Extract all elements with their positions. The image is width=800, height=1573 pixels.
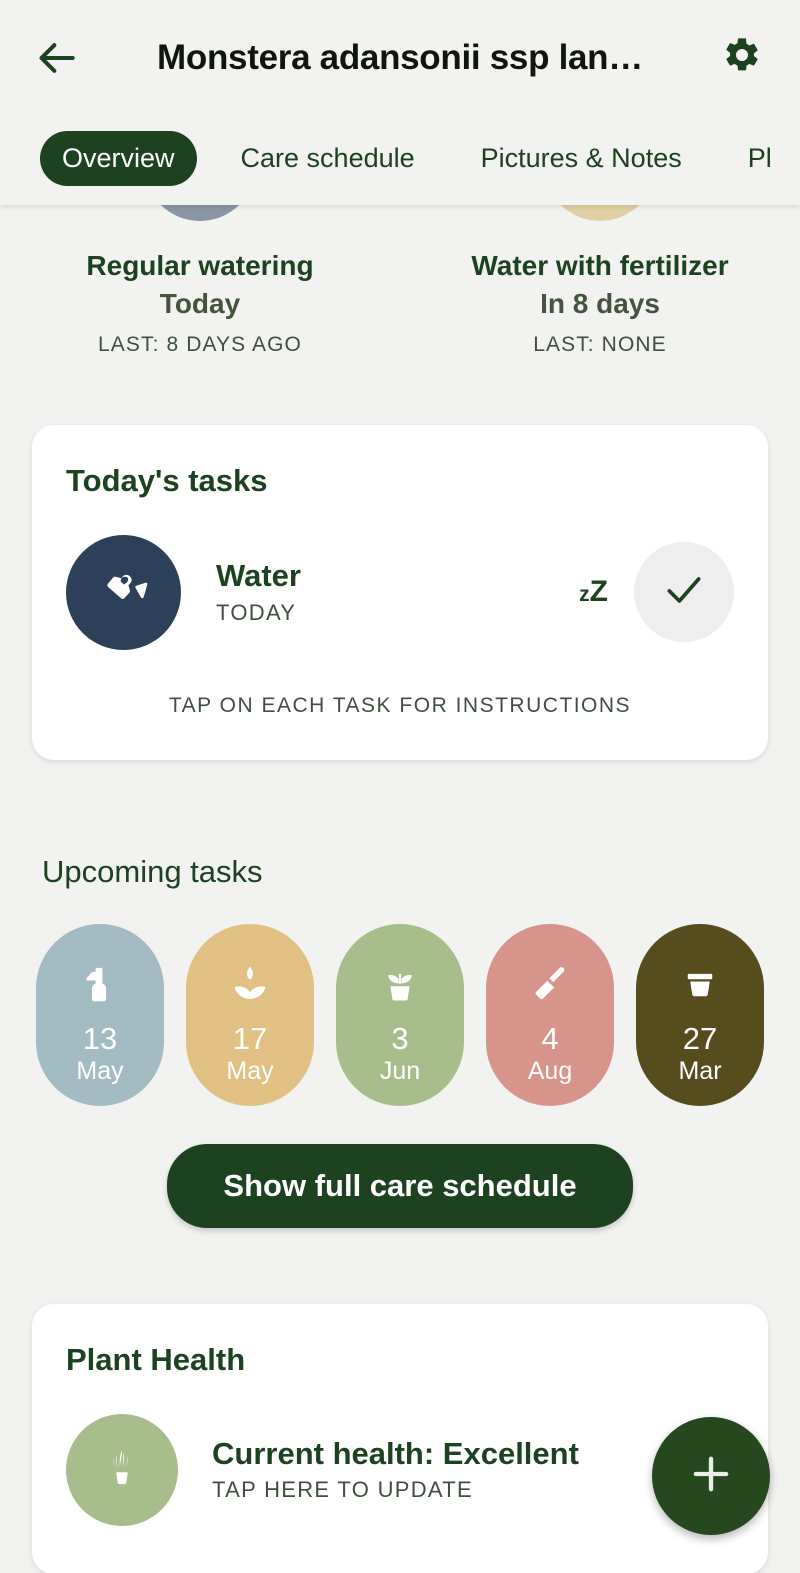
potted-plant-icon <box>377 958 423 1010</box>
spray-bottle-icon <box>78 958 122 1010</box>
todays-tasks-card: Today's tasks Water TODAY zZ TAP ON EACH… <box>32 424 768 760</box>
tab-pictures-notes[interactable]: Pictures & Notes <box>459 131 704 186</box>
summary-regular-watering[interactable]: Regular watering Today LAST: 8 DAYS AGO <box>0 205 400 357</box>
pill-month: May <box>226 1056 274 1085</box>
back-button[interactable] <box>28 28 88 88</box>
summary-title: Water with fertilizer <box>471 250 729 281</box>
pill-month: May <box>76 1056 124 1085</box>
pill-month: Aug <box>527 1056 573 1085</box>
upcoming-tasks-heading: Upcoming tasks <box>42 853 263 889</box>
plant-health-text-block: Current health: Excellent TAP HERE TO UP… <box>178 1436 579 1504</box>
task-row[interactable]: Water TODAY zZ <box>32 499 768 650</box>
pill-day: 17 <box>232 1020 268 1056</box>
upcoming-pill-cleaning[interactable]: 4 Aug <box>486 923 614 1106</box>
todays-tasks-title: Today's tasks <box>66 462 268 498</box>
plant-in-pot-icon <box>96 1441 148 1498</box>
add-button[interactable] <box>652 1417 770 1535</box>
pill-day: 3 <box>391 1020 409 1056</box>
upcoming-pill-fertilizing[interactable]: 17 May <box>186 923 314 1106</box>
upcoming-pill-repotting[interactable]: 3 Jun <box>336 923 464 1106</box>
pill-day: 13 <box>82 1020 118 1056</box>
upcoming-pill-row: 13 May 17 May 3 Jun 4 Aug 27 Mar <box>0 923 800 1106</box>
upcoming-tasks-section: Upcoming tasks 13 May 17 May 3 Jun 4 Aug… <box>0 854 800 1228</box>
cta-wrapper: Show full care schedule <box>0 1143 800 1228</box>
tasks-hint: TAP ON EACH TASK FOR INSTRUCTIONS <box>168 693 632 717</box>
task-due: TODAY <box>216 599 297 625</box>
fertilizer-icon <box>544 205 656 221</box>
plant-health-update-hint: TAP HERE TO UPDATE <box>212 1477 473 1503</box>
plant-health-card: Plant Health Current health: Excellent T… <box>32 1303 768 1573</box>
arrow-left-icon <box>36 36 80 80</box>
pill-month: Mar <box>678 1056 722 1085</box>
empty-pot-icon <box>679 958 721 1010</box>
show-full-care-schedule-button[interactable]: Show full care schedule <box>167 1143 633 1228</box>
plant-detail-screen: Monstera adansonii ssp lan… Overview Car… <box>0 0 800 1573</box>
plant-health-status: Current health: Excellent <box>212 1435 579 1471</box>
settings-button[interactable] <box>712 28 772 88</box>
app-bar-top-row: Monstera adansonii ssp lan… <box>0 0 800 115</box>
watering-can-icon <box>144 205 256 221</box>
plus-icon <box>685 1448 737 1505</box>
care-summary: Regular watering Today LAST: 8 DAYS AGO … <box>0 205 800 357</box>
pill-month: Jun <box>379 1056 421 1085</box>
upcoming-pill-misting[interactable]: 13 May <box>36 923 164 1106</box>
summary-water-with-fertilizer[interactable]: Water with fertilizer In 8 days LAST: NO… <box>400 205 800 357</box>
plant-health-icon-button[interactable] <box>66 1413 178 1526</box>
app-bar: Monstera adansonii ssp lan… Overview Car… <box>0 0 800 205</box>
pill-day: 27 <box>682 1020 718 1056</box>
summary-due: Today <box>159 287 241 319</box>
summary-last: LAST: NONE <box>533 332 667 356</box>
tab-bar: Overview Care schedule Pictures & Notes … <box>0 115 800 201</box>
tab-care-schedule[interactable]: Care schedule <box>219 131 437 186</box>
pill-day: 4 <box>541 1020 559 1056</box>
summary-last: LAST: 8 DAYS AGO <box>98 332 302 356</box>
task-icon-button[interactable] <box>66 534 181 650</box>
summary-title: Regular watering <box>86 250 314 281</box>
upcoming-pill-potting[interactable]: 27 Mar <box>636 923 764 1106</box>
task-name: Water <box>216 558 301 594</box>
watering-can-icon <box>96 562 152 623</box>
snooze-button[interactable]: zZ <box>553 577 634 607</box>
task-text-block: Water TODAY <box>181 558 553 626</box>
tab-plant-details[interactable]: Pl <box>726 131 794 186</box>
summary-due: In 8 days <box>540 287 660 319</box>
plant-health-title: Plant Health <box>66 1341 246 1377</box>
page-title: Monstera adansonii ssp lan… <box>157 37 643 77</box>
tab-overview[interactable]: Overview <box>40 130 197 186</box>
check-icon <box>662 568 706 617</box>
sprout-icon <box>227 958 273 1010</box>
gear-icon <box>722 35 762 80</box>
brush-icon <box>527 958 573 1010</box>
scroll-content[interactable]: Regular watering Today LAST: 8 DAYS AGO … <box>0 205 800 1573</box>
mark-done-button[interactable] <box>634 542 734 643</box>
